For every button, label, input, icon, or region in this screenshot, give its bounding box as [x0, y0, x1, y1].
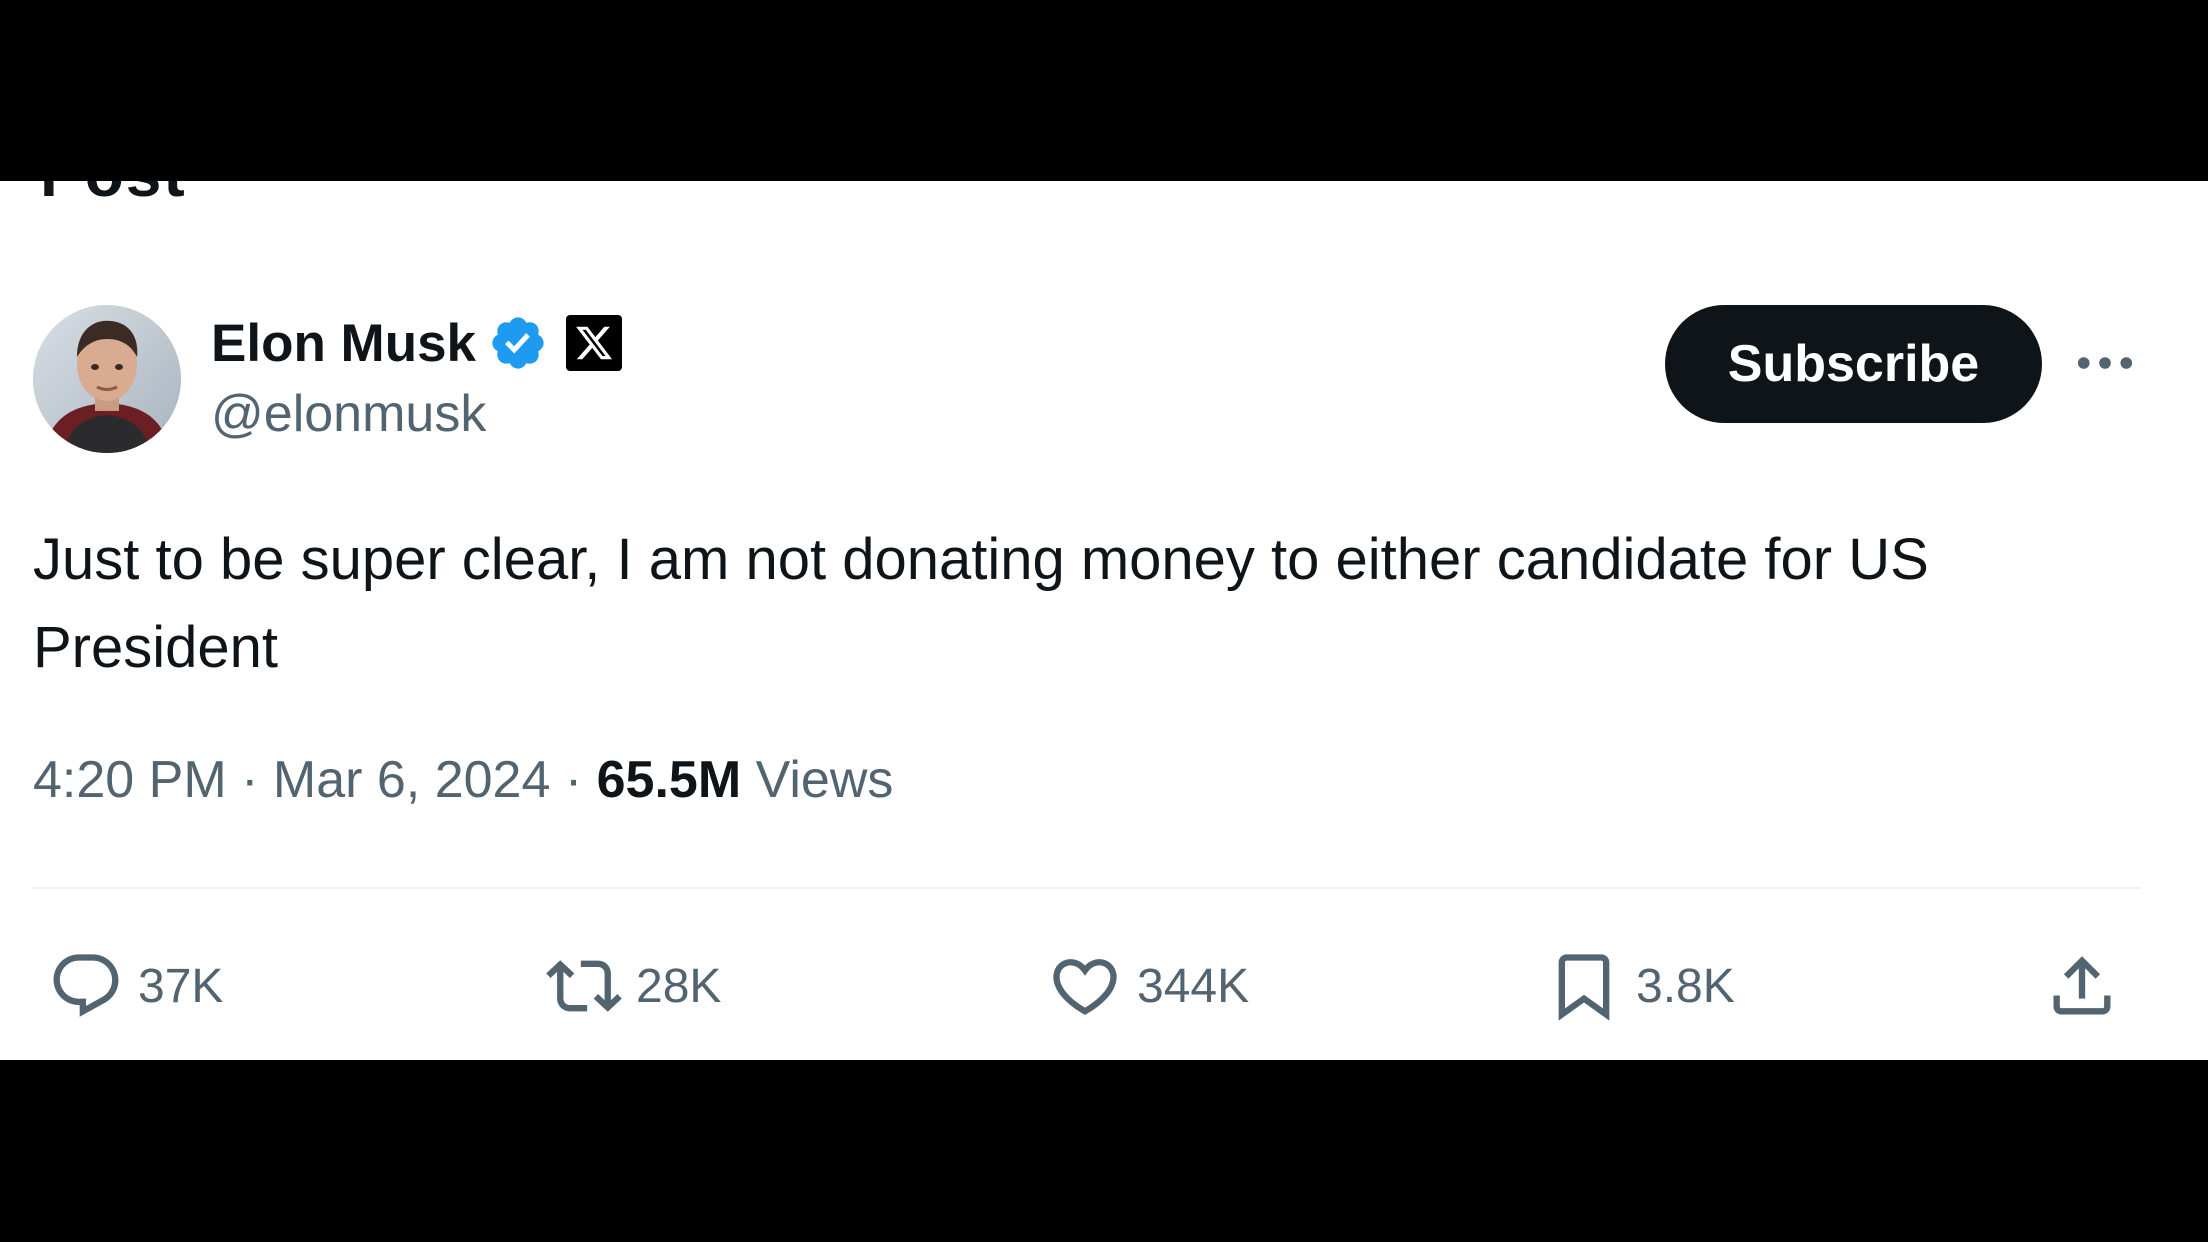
- views-count[interactable]: 65.5M: [597, 751, 742, 809]
- reply-icon: [53, 954, 119, 1017]
- avatar-portrait-icon: [33, 305, 181, 453]
- action-bar: 37K 28K 344K 3.8K: [0, 931, 2208, 1041]
- bookmark-count: 3.8K: [1636, 959, 1735, 1013]
- author-name-row: Elon Musk: [211, 309, 623, 377]
- meta-separator: ·: [241, 751, 259, 809]
- repost-icon: [546, 960, 622, 1012]
- x-logo-icon: [576, 326, 613, 360]
- avatar[interactable]: [33, 305, 181, 453]
- views-label: Views: [755, 751, 894, 809]
- heart-icon: [1053, 959, 1117, 1016]
- post-card: Post Elon Musk: [0, 181, 2208, 1060]
- letterbox-bottom: [0, 1060, 2208, 1242]
- verified-badge-icon[interactable]: [488, 313, 548, 373]
- share-button[interactable]: [2044, 931, 2120, 1041]
- post-metadata: 4:20 PM · Mar 6, 2024 · 65.5M Views: [33, 750, 893, 810]
- like-count: 344K: [1137, 959, 1250, 1013]
- author-name[interactable]: Elon Musk: [211, 313, 476, 374]
- like-button[interactable]: 344K: [1047, 931, 1249, 1041]
- post-text: Just to be super clear, I am not donatin…: [33, 527, 1929, 680]
- page-title: Post: [40, 181, 187, 211]
- reply-button[interactable]: 37K: [48, 931, 223, 1041]
- x-affiliate-badge-icon[interactable]: [566, 315, 623, 371]
- reply-count: 37K: [138, 959, 224, 1013]
- more-options-button[interactable]: [2070, 331, 2140, 395]
- repost-button[interactable]: 28K: [546, 931, 721, 1041]
- letterbox-top: [0, 0, 2208, 181]
- bookmark-button[interactable]: 3.8K: [1546, 931, 1735, 1041]
- more-dots-icon: [2077, 357, 2133, 369]
- author-handle[interactable]: @elonmusk: [211, 384, 486, 444]
- meta-separator: ·: [564, 751, 583, 809]
- bookmark-icon: [1558, 954, 1610, 1021]
- divider: [33, 887, 2141, 889]
- post-date[interactable]: Mar 6, 2024: [273, 751, 551, 809]
- share-icon: [2053, 956, 2111, 1015]
- post-time[interactable]: 4:20 PM: [33, 751, 227, 809]
- repost-count: 28K: [636, 959, 722, 1013]
- subscribe-button[interactable]: Subscribe: [1665, 305, 2042, 423]
